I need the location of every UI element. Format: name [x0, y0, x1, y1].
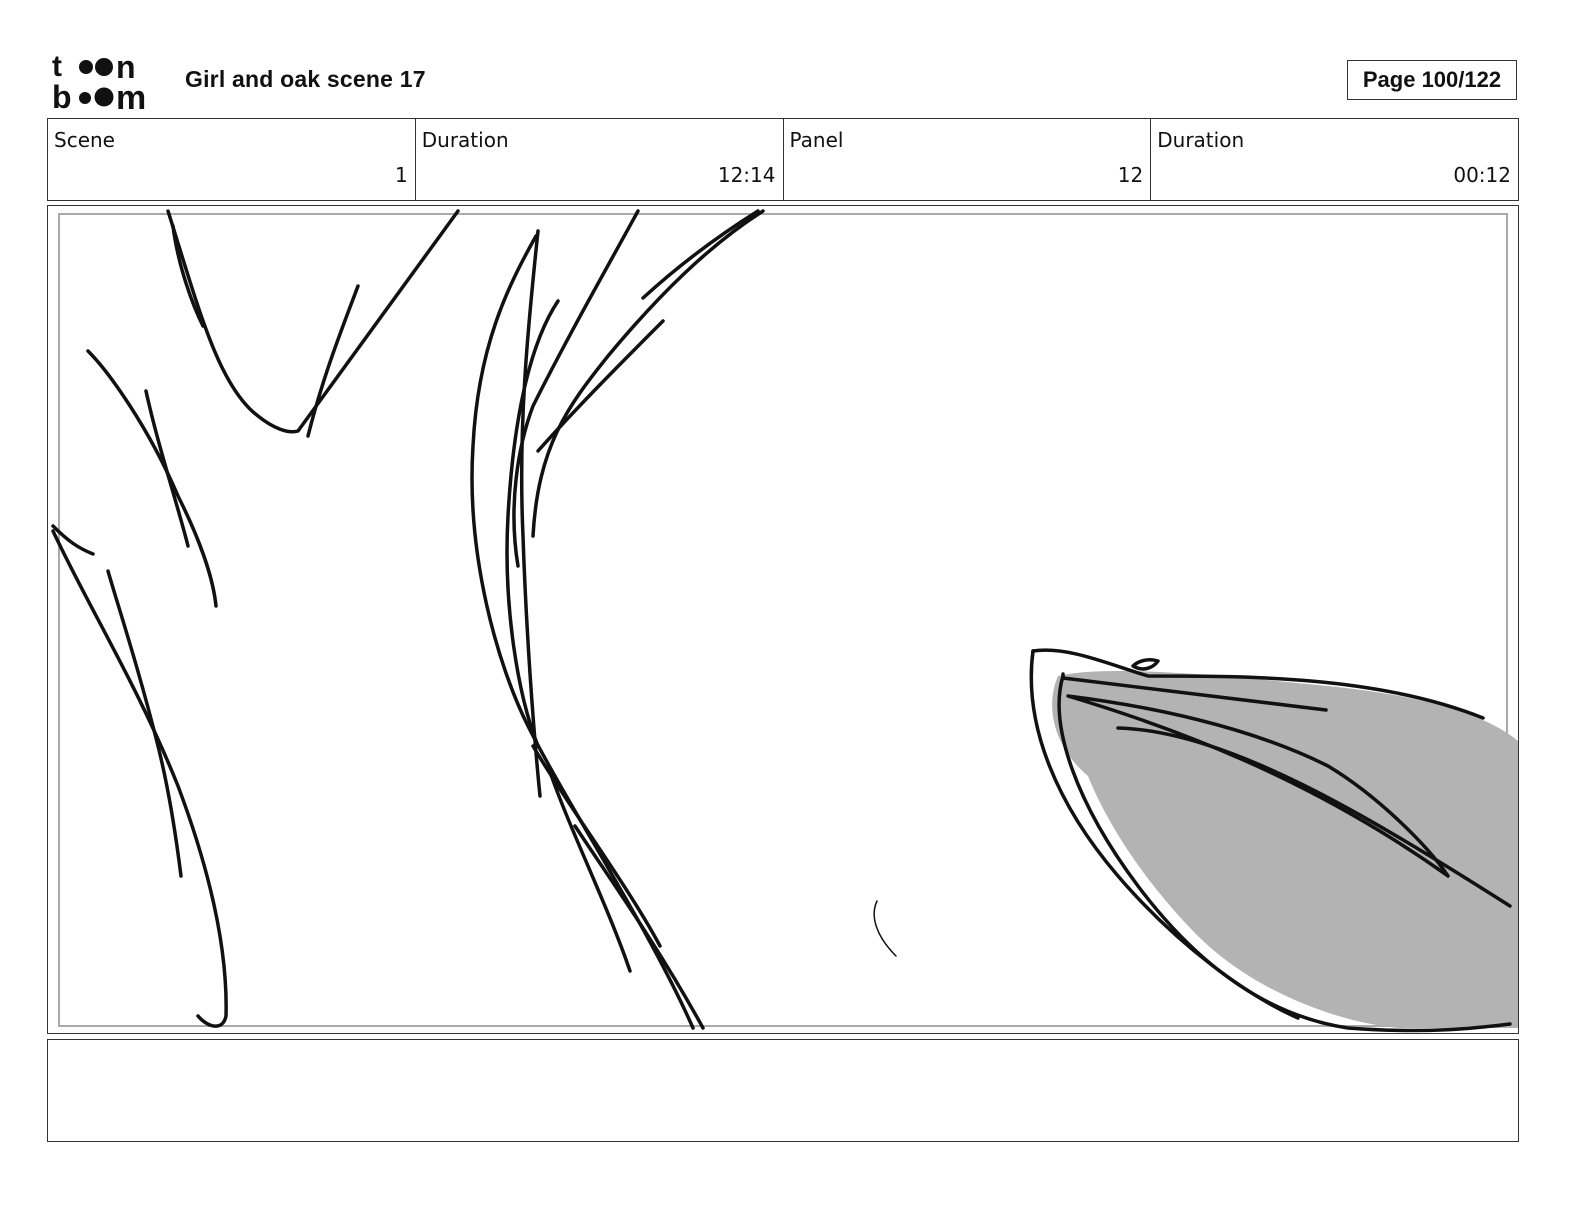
info-table: Scene 1 Duration 12:14 Panel 12 Duration… — [47, 118, 1519, 201]
panel-value: 12 — [1117, 163, 1144, 187]
svg-text:m: m — [116, 79, 146, 112]
toonboom-logo: t n b m — [52, 49, 164, 117]
scene-label: Scene — [54, 128, 115, 152]
svg-text:b: b — [52, 79, 72, 112]
page-indicator: Page 100/122 — [1347, 60, 1517, 100]
panel-duration-cell: Duration 00:12 — [1151, 119, 1518, 200]
scene-duration-value: 12:14 — [717, 163, 776, 187]
panel-label: Panel — [789, 128, 844, 152]
scene-duration-label: Duration — [421, 128, 509, 152]
leaf-shading — [1052, 670, 1518, 1028]
panel-duration-label: Duration — [1157, 128, 1245, 152]
panel-notes — [47, 1039, 1519, 1142]
panel-sketch — [51, 209, 1518, 1033]
panel-cell: Panel 12 — [784, 119, 1152, 200]
scene-value: 1 — [395, 163, 408, 187]
scene-duration-cell: Duration 12:14 — [416, 119, 784, 200]
document-title: Girl and oak scene 17 — [185, 66, 426, 92]
panel-duration-value: 00:12 — [1453, 163, 1511, 187]
scene-cell: Scene 1 — [48, 119, 416, 200]
storyboard-panel — [47, 205, 1519, 1034]
